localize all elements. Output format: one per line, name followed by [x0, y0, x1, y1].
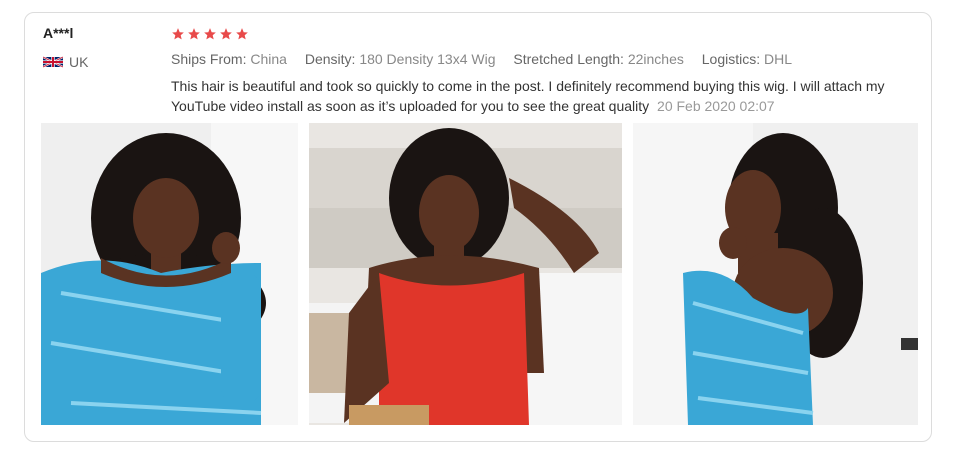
country-label: UK	[69, 54, 89, 70]
star-icon	[172, 28, 184, 40]
review-card: A***l UK Ships From: China Density: 180 …	[24, 12, 932, 442]
review-text: This hair is beautiful and took so quick…	[171, 78, 885, 114]
reviewer-country: UK	[43, 54, 88, 70]
review-photo-2[interactable]	[309, 123, 622, 425]
stretched-length: Stretched Length: 22inches	[513, 51, 683, 67]
logistics-label: Logistics:	[701, 51, 761, 67]
photo-1-image	[41, 123, 298, 425]
uk-flag-icon	[43, 56, 63, 68]
review-photos	[41, 123, 918, 425]
review-date: 20 Feb 2020 02:07	[657, 98, 775, 114]
review-text-block: This hair is beautiful and took so quick…	[171, 76, 921, 116]
star-rating	[171, 27, 921, 41]
star-icon	[236, 28, 248, 40]
density: Density: 180 Density 13x4 Wig	[305, 51, 496, 67]
logistics-value: DHL	[764, 51, 793, 67]
ships-from-value: China	[250, 51, 287, 67]
length-label: Stretched Length:	[513, 51, 624, 67]
photo-2-image	[309, 123, 622, 425]
reviewer-info: A***l UK	[43, 25, 88, 70]
review-body: Ships From: China Density: 180 Density 1…	[171, 27, 921, 116]
reviewer-name: A***l	[43, 25, 74, 41]
review-photo-3[interactable]	[633, 123, 918, 425]
review-photo-1[interactable]	[41, 123, 298, 425]
star-icon	[188, 28, 200, 40]
length-value: 22inches	[627, 51, 684, 67]
star-icon	[204, 28, 216, 40]
product-attributes: Ships From: China Density: 180 Density 1…	[171, 51, 921, 67]
density-value: 180 Density 13x4 Wig	[359, 51, 496, 67]
ships-from-label: Ships From:	[171, 51, 247, 67]
star-icon	[220, 28, 232, 40]
logistics: Logistics: DHL	[702, 51, 792, 67]
density-label: Density:	[304, 51, 356, 67]
ships-from: Ships From: China	[171, 51, 287, 67]
photo-3-image	[633, 123, 918, 425]
